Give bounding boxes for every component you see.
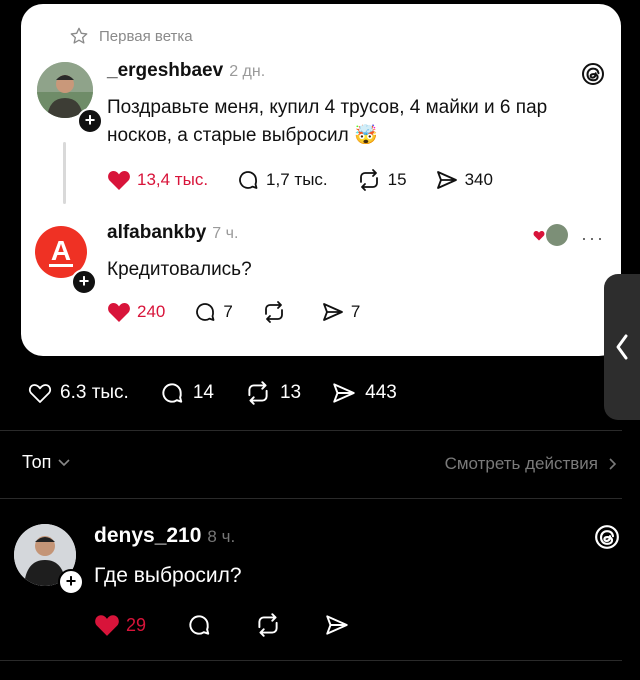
repost-button[interactable]: 13 xyxy=(244,380,301,406)
reply-count: 1,7 тыс. xyxy=(266,170,328,189)
comment-header: denys_210 8 ч. xyxy=(94,524,235,548)
thread-line xyxy=(63,142,66,204)
follow-plus-icon[interactable]: + xyxy=(77,108,103,134)
view-actions-label: Смотреть действия xyxy=(444,454,598,473)
reply-actions: 240 7 7 xyxy=(107,300,388,324)
star-icon xyxy=(69,26,99,46)
reply-button[interactable]: 1,7 тыс. xyxy=(236,168,328,192)
threads-logo-icon[interactable] xyxy=(594,524,620,550)
svg-text:A: A xyxy=(51,235,71,266)
post-text: Поздравьте меня, купил 4 трусов, 4 майки… xyxy=(107,94,587,150)
repost-count: 13 xyxy=(279,382,302,403)
chevron-down-icon xyxy=(58,458,70,466)
reply-button[interactable]: 7 xyxy=(193,300,233,324)
share-count: 443 xyxy=(365,382,397,403)
post-header: _ergeshbaev 2 дн. xyxy=(107,60,265,82)
follow-plus-icon[interactable]: + xyxy=(58,569,84,595)
share-button[interactable] xyxy=(324,612,356,638)
reply-time: 7 ч. xyxy=(212,225,239,242)
repost-count: 15 xyxy=(387,170,407,189)
more-options-icon[interactable]: ··· xyxy=(581,228,605,249)
reply-button[interactable]: 14 xyxy=(159,380,214,406)
like-button[interactable]: 29 xyxy=(94,613,146,637)
share-icon xyxy=(333,383,355,403)
reply-count: 7 xyxy=(223,302,233,321)
repost-button[interactable] xyxy=(254,612,288,638)
like-count: 240 xyxy=(137,302,166,321)
divider xyxy=(0,660,622,661)
sort-dropdown[interactable]: Топ xyxy=(22,452,71,473)
main-post-stats: 6.3 тыс. 14 13 443 xyxy=(28,380,427,406)
comment-time: 8 ч. xyxy=(207,527,236,546)
side-panel-tab[interactable] xyxy=(604,274,640,420)
view-actions-link[interactable]: Смотреть действия xyxy=(445,454,618,474)
share-count: 7 xyxy=(350,302,361,321)
repost-button[interactable] xyxy=(261,300,293,324)
like-count: 29 xyxy=(126,614,147,635)
liked-by-avatar xyxy=(546,224,568,246)
comment-text: Где выбросил? xyxy=(94,564,242,587)
reply-text: Кредитовались? xyxy=(107,259,252,280)
comment-username[interactable]: denys_210 xyxy=(94,524,201,547)
like-button[interactable]: 6.3 тыс. xyxy=(28,382,129,404)
reply-button[interactable] xyxy=(186,612,218,638)
post-username[interactable]: _ergeshbaev xyxy=(107,60,223,81)
reply-count: 14 xyxy=(192,382,214,403)
threads-logo-icon[interactable] xyxy=(581,62,605,86)
comment-actions: 29 xyxy=(94,612,384,638)
divider xyxy=(0,430,622,431)
divider xyxy=(0,498,622,499)
like-count: 13,4 тыс. xyxy=(137,170,209,189)
chevron-left-icon xyxy=(616,334,628,360)
reply-header: alfabankby 7 ч. xyxy=(107,222,238,244)
like-count: 6.3 тыс. xyxy=(60,382,129,403)
like-button[interactable]: 240 xyxy=(107,301,165,323)
share-count: 340 xyxy=(464,170,493,189)
repost-button[interactable]: 15 xyxy=(356,168,407,192)
share-button[interactable]: 443 xyxy=(331,380,397,406)
reply-username[interactable]: alfabankby xyxy=(107,222,206,243)
first-branch-header: Первая ветка xyxy=(69,26,193,46)
reply-liked-by xyxy=(533,224,568,246)
chevron-right-icon xyxy=(609,458,617,470)
heart-icon xyxy=(28,384,52,403)
sort-label: Топ xyxy=(22,452,52,472)
comment-icon xyxy=(162,383,183,403)
post-actions: 13,4 тыс. 1,7 тыс. 15 340 xyxy=(107,168,521,192)
repost-icon xyxy=(248,381,268,405)
follow-plus-icon[interactable]: + xyxy=(71,269,97,295)
like-button[interactable]: 13,4 тыс. xyxy=(107,169,208,191)
small-heart-icon xyxy=(533,230,545,240)
quoted-thread-card[interactable]: Первая ветка + _ergeshbaev 2 дн. Поздравь… xyxy=(21,4,621,356)
share-button[interactable]: 340 xyxy=(435,168,493,192)
first-branch-label: Первая ветка xyxy=(99,27,193,45)
exploding-head-emoji: 🤯 xyxy=(354,125,378,146)
post-text-body: Поздравьте меня, купил 4 трусов, 4 майки… xyxy=(107,97,548,146)
post-time: 2 дн. xyxy=(229,63,266,80)
share-button[interactable]: 7 xyxy=(321,300,360,324)
